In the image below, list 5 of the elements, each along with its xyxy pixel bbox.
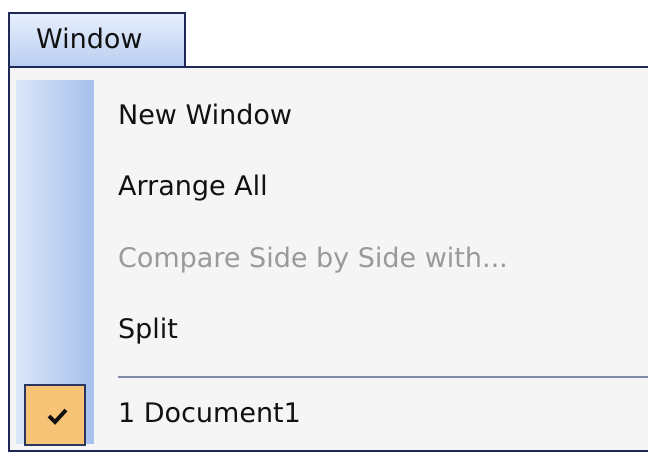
menu-item[interactable]: New Window <box>118 100 292 132</box>
menu-item[interactable]: Arrange All <box>118 171 268 204</box>
menu-title[interactable]: Window <box>8 12 186 68</box>
menu-item[interactable]: Split <box>118 314 178 347</box>
menu-item[interactable]: 1 Document1 <box>118 398 301 430</box>
